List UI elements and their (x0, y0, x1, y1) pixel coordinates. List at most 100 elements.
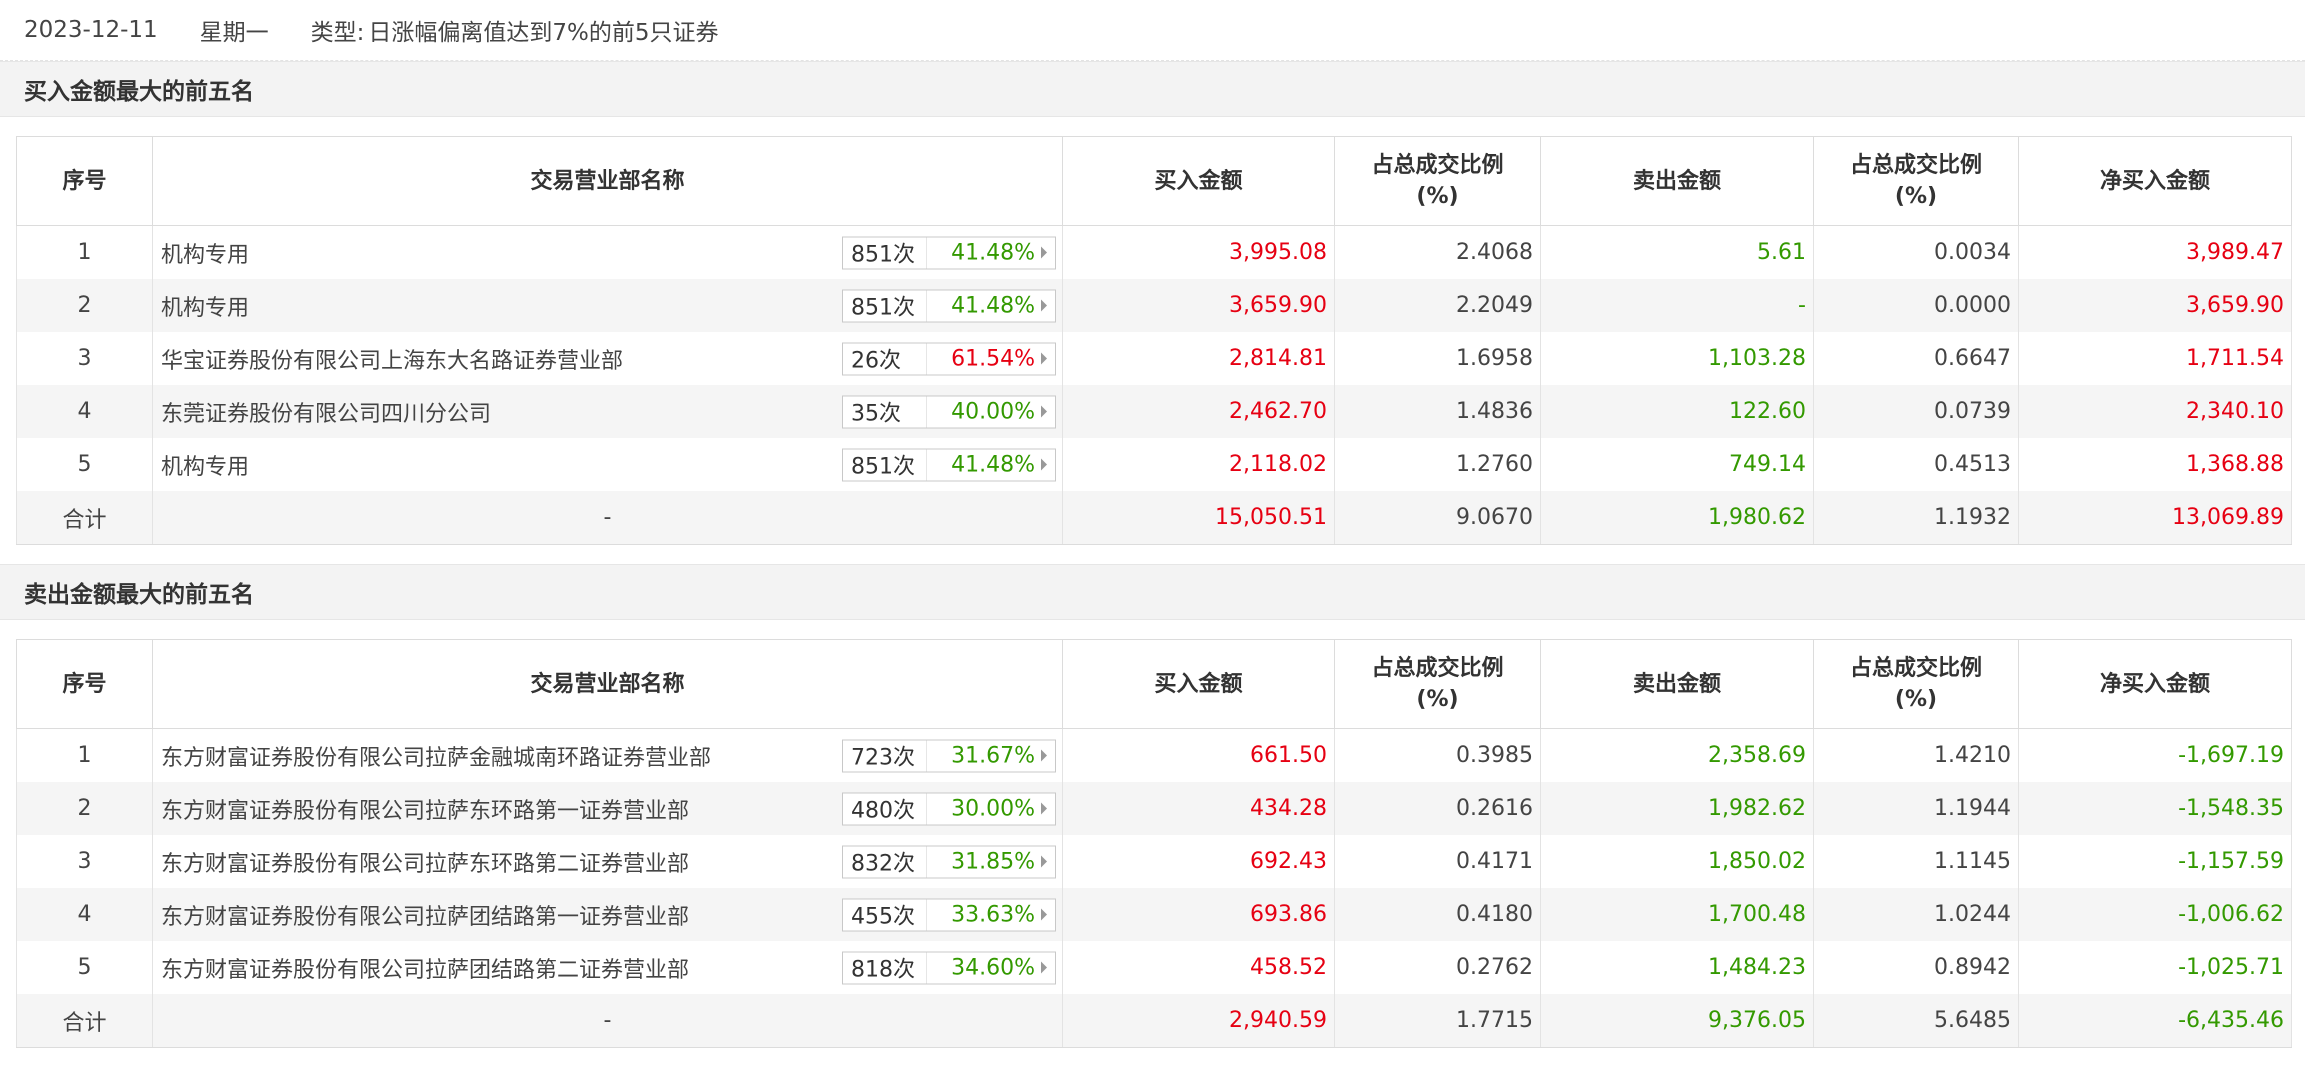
buy-section: 买入金额最大的前五名 序号 交易营业部名称 买入金额 占总成交比例 (%) 卖出金… (0, 61, 2305, 564)
caret-right-icon (1041, 458, 1047, 471)
col-header-buy: 买入金额 (1062, 136, 1335, 226)
col-header-idx: 序号 (16, 639, 153, 729)
weekday: 星期一 (199, 20, 269, 46)
branch-stats-button[interactable]: 480次 30.00% (842, 792, 1056, 825)
row-index: 3 (16, 332, 153, 385)
buy-ratio: 2.2049 (1334, 279, 1541, 332)
branch-stats-button[interactable]: 723次 31.67% (842, 739, 1056, 772)
sell-ratio: 1.1944 (1813, 782, 2019, 835)
branch-stats-button[interactable]: 455次 33.63% (842, 898, 1056, 931)
buy-ratio: 1.4836 (1334, 385, 1541, 438)
sell-ratio: 0.0034 (1813, 225, 2019, 279)
total-sell: 1,980.62 (1540, 491, 1814, 545)
info-bar: 2023-12-11 星期一 类型: 日涨幅偏离值达到7%的前5只证券 (0, 0, 2305, 61)
net-amount: -1,025.71 (2018, 941, 2292, 994)
win-rate: 40.00% (951, 399, 1035, 424)
caret-right-icon (1041, 802, 1047, 815)
row-index: 2 (16, 782, 153, 835)
branch-stats-button[interactable]: 818次 34.60% (842, 951, 1056, 984)
sell-amount: - (1540, 279, 1814, 332)
sell-ratio: 0.0000 (1813, 279, 2019, 332)
total-name: - (152, 994, 1063, 1048)
appearance-count: 723次 (843, 740, 927, 771)
col-header-name: 交易营业部名称 (152, 639, 1063, 729)
total-label: 合计 (16, 994, 153, 1048)
sell-amount: 1,484.23 (1540, 941, 1814, 994)
table-row: 5 机构专用 851次 41.48% 2,118.02 1.2760 749.1… (16, 438, 2292, 491)
win-rate: 31.67% (951, 743, 1035, 768)
branch-stats-button[interactable]: 832次 31.85% (842, 845, 1056, 878)
branch-cell: 东方财富证券股份有限公司拉萨团结路第二证券营业部 818次 34.60% (152, 941, 1063, 994)
branch-name-link[interactable]: 东方财富证券股份有限公司拉萨东环路第一证券营业部 (161, 793, 689, 825)
buy-ratio: 0.4171 (1334, 835, 1541, 888)
branch-stats-button[interactable]: 851次 41.48% (842, 448, 1056, 481)
total-net: -6,435.46 (2018, 994, 2292, 1048)
branch-name-link[interactable]: 机构专用 (161, 237, 249, 269)
caret-right-icon (1041, 352, 1047, 365)
total-buy-ratio: 9.0670 (1334, 491, 1541, 545)
branch-name-link[interactable]: 机构专用 (161, 449, 249, 481)
caret-right-icon (1041, 299, 1047, 312)
col-header-buy: 买入金额 (1062, 639, 1335, 729)
branch-name-link[interactable]: 机构专用 (161, 290, 249, 322)
buy-amount: 3,995.08 (1062, 225, 1335, 279)
branch-cell: 东方财富证券股份有限公司拉萨团结路第一证券营业部 455次 33.63% (152, 888, 1063, 941)
buy-amount: 693.86 (1062, 888, 1335, 941)
type-label: 类型: (310, 20, 365, 46)
win-rate: 41.48% (951, 240, 1035, 265)
sell-amount: 1,700.48 (1540, 888, 1814, 941)
caret-right-icon (1041, 855, 1047, 868)
type-info: 类型: 日涨幅偏离值达到7%的前5只证券 (311, 13, 719, 47)
appearance-count: 851次 (843, 290, 927, 321)
buy-ratio: 0.2762 (1334, 941, 1541, 994)
branch-cell: 东莞证券股份有限公司四川分公司 35次 40.00% (152, 385, 1063, 438)
net-amount: 2,340.10 (2018, 385, 2292, 438)
branch-cell: 华宝证券股份有限公司上海东大名路证券营业部 26次 61.54% (152, 332, 1063, 385)
appearance-count: 35次 (843, 396, 927, 427)
buy-amount: 2,118.02 (1062, 438, 1335, 491)
branch-stats-button[interactable]: 26次 61.54% (842, 342, 1056, 375)
buy-ratio: 2.4068 (1334, 225, 1541, 279)
buy-amount: 3,659.90 (1062, 279, 1335, 332)
win-rate: 31.85% (951, 849, 1035, 874)
branch-name-link[interactable]: 东方财富证券股份有限公司拉萨金融城南环路证券营业部 (161, 740, 711, 772)
sell-ratio: 0.8942 (1813, 941, 2019, 994)
col-header-net: 净买入金额 (2018, 136, 2292, 226)
appearance-count: 455次 (843, 899, 927, 930)
branch-name-link[interactable]: 东莞证券股份有限公司四川分公司 (161, 396, 491, 428)
total-net: 13,069.89 (2018, 491, 2292, 545)
branch-stats-button[interactable]: 851次 41.48% (842, 289, 1056, 322)
row-index: 5 (16, 438, 153, 491)
branch-stats-button[interactable]: 35次 40.00% (842, 395, 1056, 428)
branch-stats-button[interactable]: 851次 41.48% (842, 236, 1056, 269)
section-title: 买入金额最大的前五名 (0, 61, 2305, 117)
branch-name-link[interactable]: 东方财富证券股份有限公司拉萨东环路第二证券营业部 (161, 846, 689, 878)
col-header-sell: 卖出金额 (1540, 639, 1814, 729)
buy-amount: 692.43 (1062, 835, 1335, 888)
branch-name-link[interactable]: 华宝证券股份有限公司上海东大名路证券营业部 (161, 343, 623, 375)
win-rate: 41.48% (951, 293, 1035, 318)
win-rate: 41.48% (951, 452, 1035, 477)
total-row: 合计 - 2,940.59 1.7715 9,376.05 5.6485 -6,… (16, 994, 2292, 1048)
sell-ratio: 1.4210 (1813, 728, 2019, 782)
sell-ratio: 0.4513 (1813, 438, 2019, 491)
col-header-idx: 序号 (16, 136, 153, 226)
net-amount: 1,368.88 (2018, 438, 2292, 491)
appearance-count: 851次 (843, 449, 927, 480)
sell-ratio: 0.6647 (1813, 332, 2019, 385)
buy-amount: 434.28 (1062, 782, 1335, 835)
sell-amount: 122.60 (1540, 385, 1814, 438)
branch-name-link[interactable]: 东方财富证券股份有限公司拉萨团结路第一证券营业部 (161, 899, 689, 931)
col-header-buy-ratio: 占总成交比例 (%) (1334, 639, 1541, 729)
row-index: 5 (16, 941, 153, 994)
table-row: 1 机构专用 851次 41.48% 3,995.08 2.4068 5.61 … (16, 225, 2292, 279)
buy-ratio: 0.4180 (1334, 888, 1541, 941)
total-buy: 2,940.59 (1062, 994, 1335, 1048)
table-row: 3 华宝证券股份有限公司上海东大名路证券营业部 26次 61.54% 2,814… (16, 332, 2292, 385)
branch-name-link[interactable]: 东方财富证券股份有限公司拉萨团结路第二证券营业部 (161, 952, 689, 984)
total-buy: 15,050.51 (1062, 491, 1335, 545)
total-label: 合计 (16, 491, 153, 545)
caret-right-icon (1041, 405, 1047, 418)
sell-ratio: 1.0244 (1813, 888, 2019, 941)
net-amount: 3,659.90 (2018, 279, 2292, 332)
